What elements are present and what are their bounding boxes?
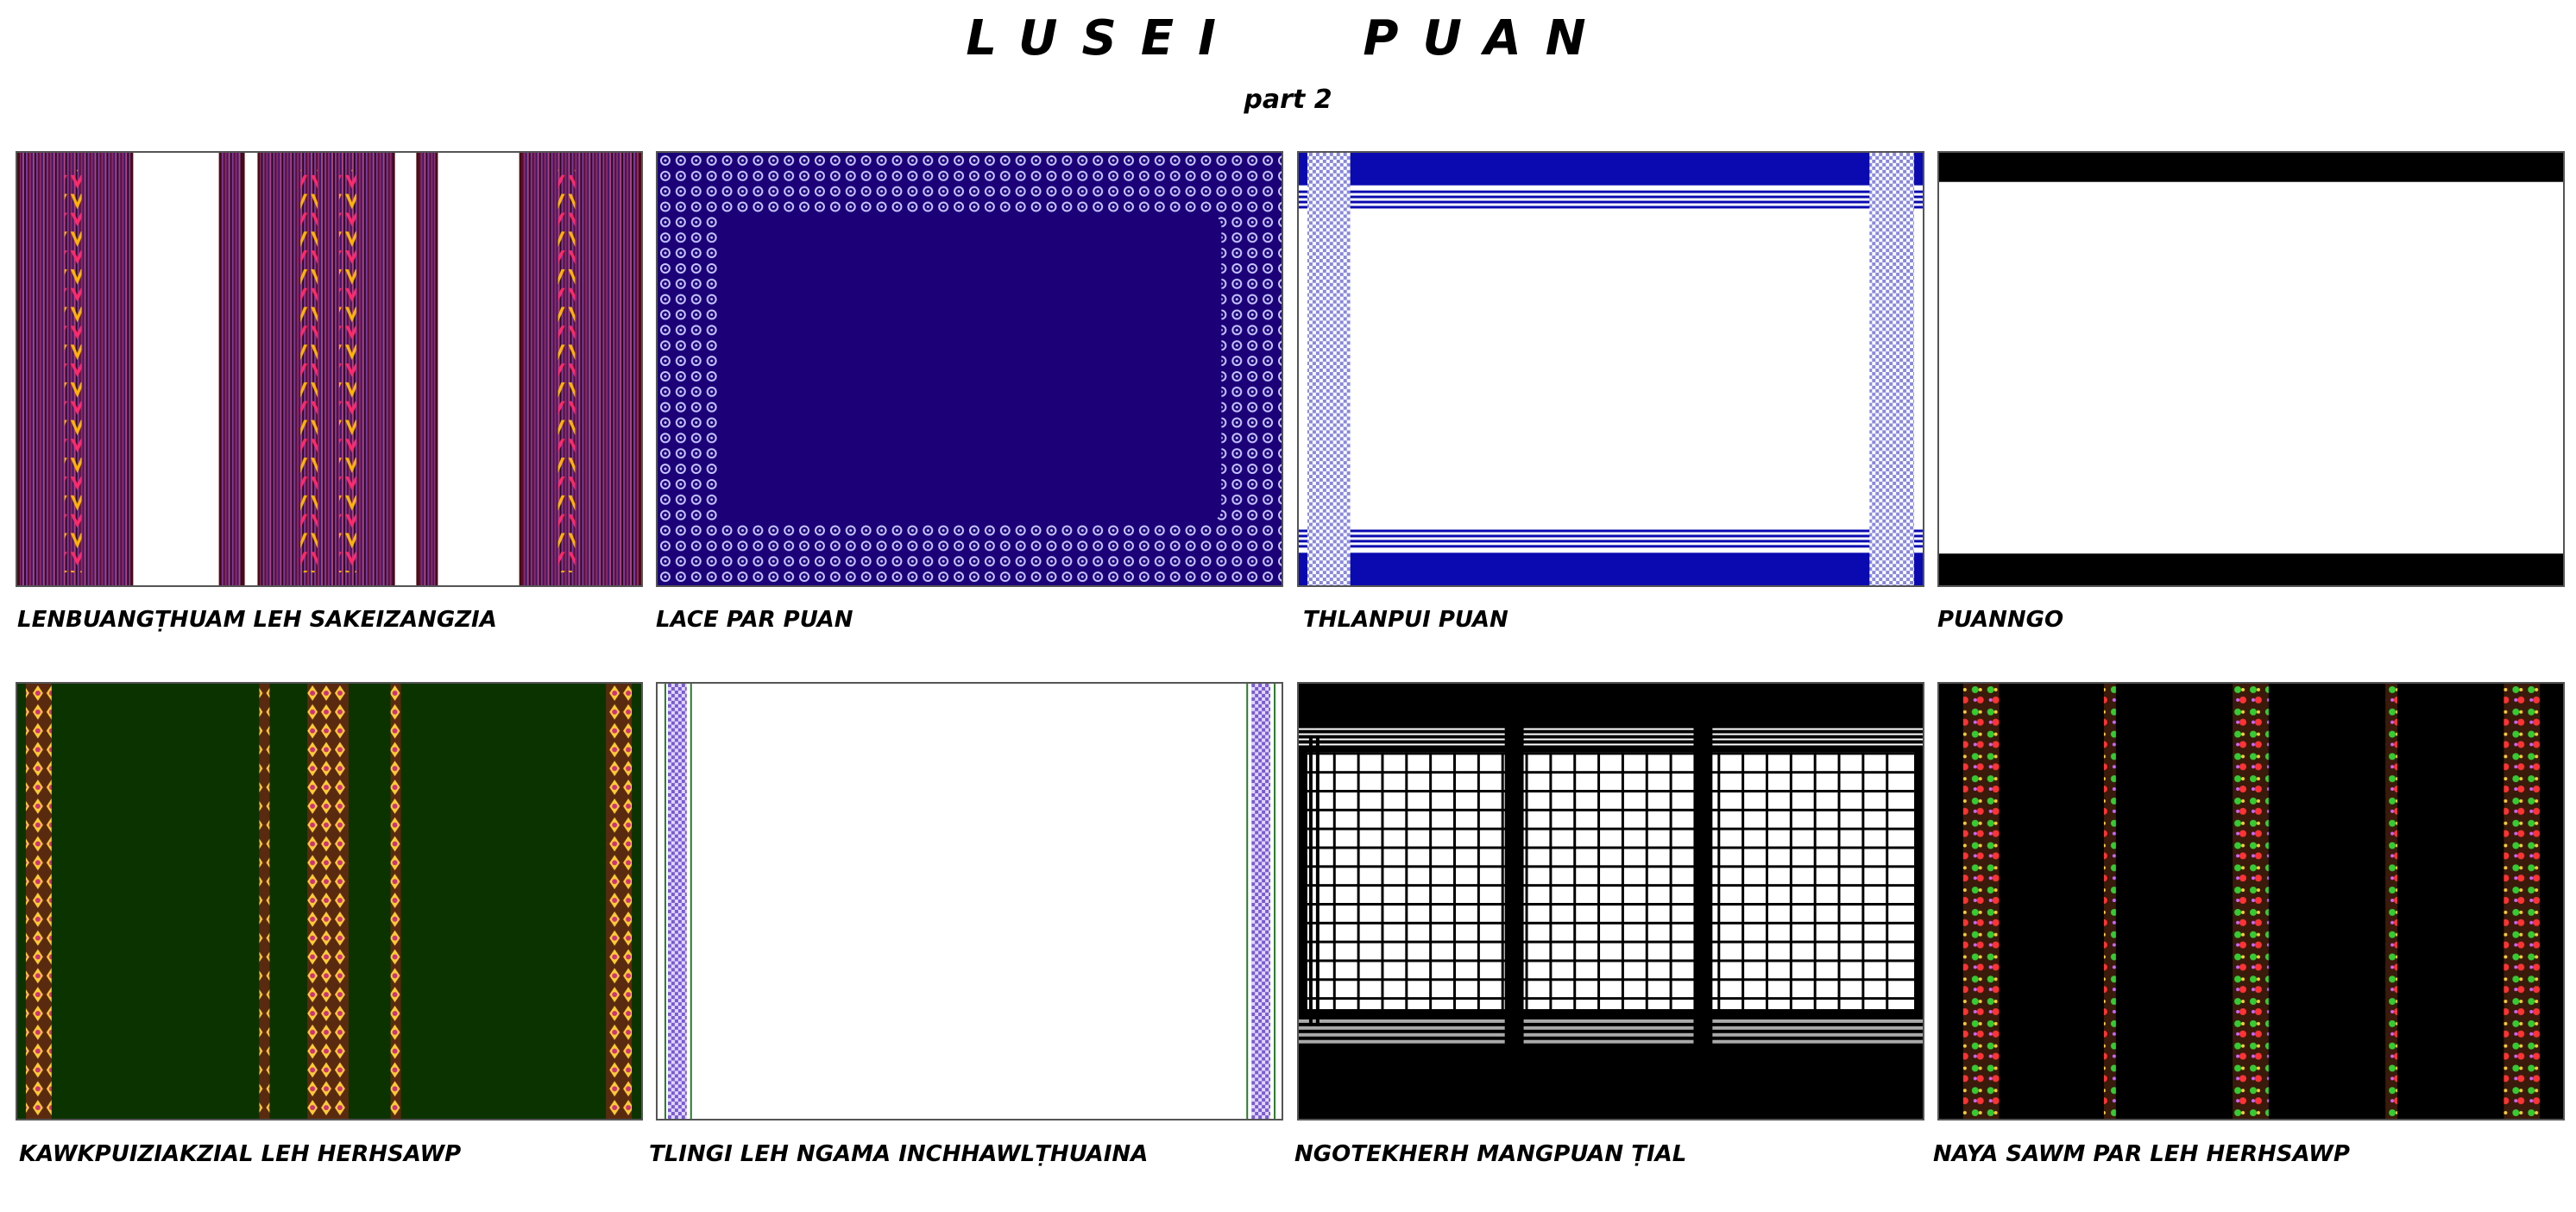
- naya-sawm-pattern: [1939, 684, 2563, 1119]
- caption-lace-par-puan: LACE PAR PUAN: [656, 607, 853, 633]
- caption-thlanpui-puan: THLANPUI PUAN: [1303, 607, 1508, 633]
- caption-lenbuangthuam: LENBUANGṬHUAM LEH SAKEIZANGZIA: [17, 607, 497, 633]
- ngotekherh-pattern: [1299, 684, 1923, 1119]
- lenbuangthuam-pattern: [17, 153, 641, 585]
- panel-naya-sawm: [1937, 682, 2565, 1120]
- lace-par-pattern: [658, 153, 1282, 585]
- caption-naya-sawm: NAYA SAWM PAR LEH HERHSAWP: [1933, 1141, 2350, 1167]
- panel-ngotekherh: [1297, 682, 1924, 1120]
- panel-puanngo: [1937, 151, 2565, 587]
- panel-thlanpui-puan: [1297, 151, 1924, 587]
- caption-puanngo: PUANNGO: [1937, 607, 2064, 633]
- caption-ngotekherh: NGOTEKHERH MANGPUAN ṬIAL: [1294, 1141, 1687, 1167]
- kawkpuiziakzial-pattern: [17, 684, 641, 1119]
- puanngo-pattern: [1939, 153, 2563, 585]
- page-subtitle: part 2: [1244, 85, 1332, 115]
- panel-tlingi: [656, 682, 1283, 1120]
- panel-kawkpuiziakzial: [16, 682, 643, 1120]
- panel-lenbuangthuam: [16, 151, 643, 587]
- thlanpui-pattern: [1299, 153, 1923, 585]
- page-title: LUSEI PUAN: [966, 10, 1610, 66]
- tlingi-pattern: [658, 684, 1282, 1119]
- panel-lace-par-puan: [656, 151, 1283, 587]
- caption-kawkpuiziakzial: KAWKPUIZIAKZIAL LEH HERHSAWP: [19, 1141, 462, 1167]
- caption-tlingi: TLINGI LEH NGAMA INCHHAWLṬHUAINA: [649, 1141, 1149, 1167]
